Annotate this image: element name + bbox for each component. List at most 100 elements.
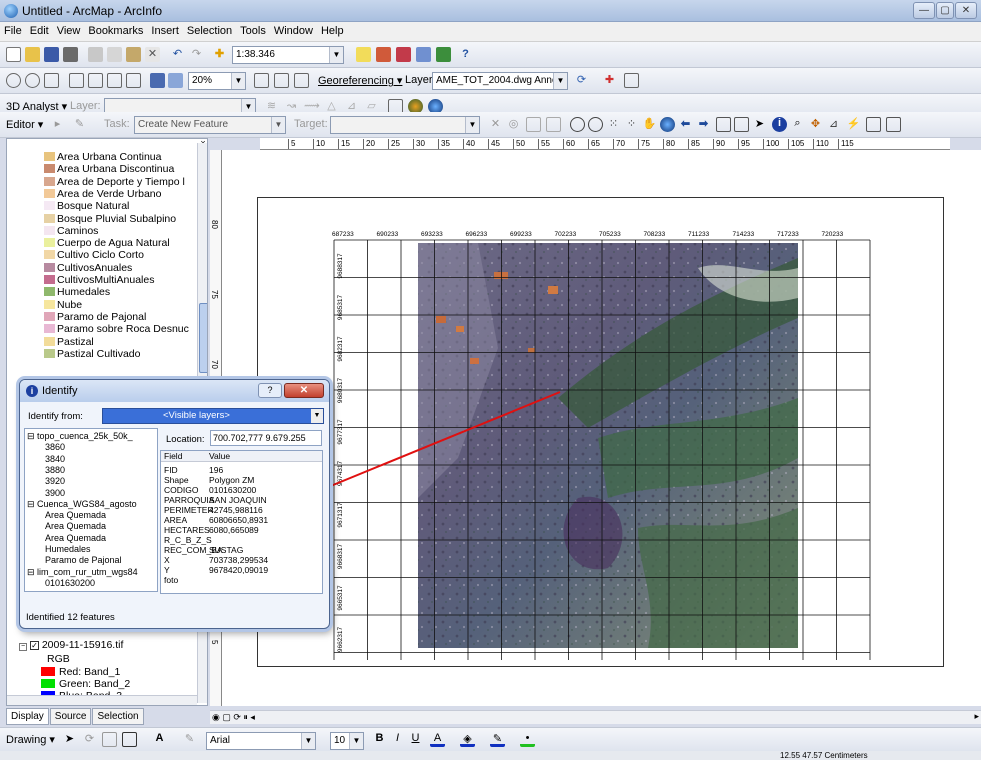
pan-icon[interactable]	[44, 73, 59, 88]
target-combo[interactable]: ▼	[330, 116, 480, 134]
zoom-to-selected-icon[interactable]	[102, 732, 117, 747]
chevron-down-icon[interactable]: ▼	[553, 73, 567, 89]
forward-arrow-icon[interactable]: ➡	[696, 117, 711, 132]
tree-feature-node[interactable]: Paramo de Pajonal	[45, 555, 122, 565]
rectangle-icon[interactable]	[122, 732, 137, 747]
chevron-down-icon[interactable]: ▼	[311, 409, 323, 423]
cut-icon[interactable]	[88, 47, 103, 62]
table-row[interactable]: PERIMETER 42745,988116	[161, 505, 322, 515]
chevron-down-icon[interactable]: ▼	[271, 117, 285, 133]
focus-data-frame-icon[interactable]	[274, 73, 289, 88]
toc-legend-item[interactable]: Pastizal	[44, 336, 94, 348]
add-control-points-icon[interactable]: ✚	[602, 73, 617, 88]
edit-tool-icon[interactable]: ▸	[50, 117, 65, 132]
identify-results-tree[interactable]: ⊟ topo_cuenca_25k_50k_ 3860 3840 3880 3920 39…	[24, 428, 158, 592]
layout-hscrollbar[interactable]: ◉ ▢ ⟳ ⏸ ◂ ▸	[210, 710, 981, 724]
value-column-header[interactable]: Value	[209, 451, 230, 461]
open-icon[interactable]	[25, 47, 40, 62]
menu-edit[interactable]: Edit	[26, 22, 53, 40]
toc-legend-item[interactable]: Bosque Natural	[44, 200, 129, 212]
table-row[interactable]: Y 9678420,09019	[161, 565, 322, 575]
toc-legend-item[interactable]: Area Urbana Discontinua	[44, 163, 174, 175]
toc-legend-item[interactable]: Area de Deporte y Tiempo l	[44, 176, 185, 188]
select-elements-icon[interactable]: ➤	[752, 117, 767, 132]
chevron-down-icon[interactable]: ▼	[301, 733, 315, 749]
tree-feature-node[interactable]: 3880	[45, 465, 65, 475]
split-tool-icon[interactable]: ✕	[488, 117, 503, 132]
toc-legend-item[interactable]: Cuerpo de Agua Natural	[44, 237, 170, 249]
rotate-icon[interactable]: ⟳	[82, 732, 97, 747]
save-icon[interactable]	[44, 47, 59, 62]
drawing-menu[interactable]: Drawing ▾	[6, 733, 55, 751]
previous-extent-icon[interactable]	[150, 73, 165, 88]
checkbox-checked-icon[interactable]: ✓	[29, 641, 39, 650]
go-to-xy-icon[interactable]: ✥	[808, 117, 823, 132]
chevron-down-icon[interactable]: ▼	[329, 47, 343, 63]
tree-feature-node[interactable]: Area Quemada	[45, 521, 106, 531]
table-row[interactable]: R_C_B_Z_S	[161, 535, 322, 545]
zoom-out-tool-icon[interactable]	[588, 117, 603, 132]
tab-source[interactable]: Source	[49, 708, 92, 725]
marker-color-icon[interactable]: •	[520, 732, 535, 747]
table-row[interactable]: HECTARES 6080,665089	[161, 525, 322, 535]
font-combo[interactable]: Arial ▼	[206, 732, 316, 750]
editor-menu[interactable]: Editor ▾	[6, 118, 43, 136]
menu-tools[interactable]: Tools	[236, 22, 270, 40]
toc-legend-item[interactable]: Paramo de Pajonal	[44, 311, 146, 323]
table-row[interactable]: REC_COM_BA SUSTAG	[161, 545, 322, 555]
zoom-in-tool-icon[interactable]	[570, 117, 585, 132]
rotate-tool-icon[interactable]: ◎	[506, 117, 521, 132]
identify-attributes-table[interactable]: Field Value FID 196 Shape Polygon ZM CODIGO 0…	[160, 450, 323, 594]
line-color-icon[interactable]: ✎	[490, 732, 505, 747]
raster-band-item[interactable]: Green: Band_2	[41, 678, 130, 690]
measure-icon[interactable]: ⊿	[826, 117, 841, 132]
toc-legend-item[interactable]: Humedales	[44, 286, 110, 298]
layout-view-buttons[interactable]: ◉ ▢ ⟳ ⏸ ◂	[212, 712, 255, 723]
undo-icon[interactable]: ↶	[170, 47, 185, 62]
toc-icon[interactable]	[376, 47, 391, 62]
table-row[interactable]: AREA 60806650,8931	[161, 515, 322, 525]
tree-layer-node[interactable]: ⊟ Cuenca_WGS84_agosto	[27, 499, 137, 510]
toc-scroll-thumb[interactable]	[199, 303, 207, 373]
table-row[interactable]: FID 196	[161, 465, 322, 475]
fill-color-icon[interactable]: ◈	[460, 732, 475, 747]
copy-icon[interactable]	[107, 47, 122, 62]
tree-feature-node[interactable]: Humedales	[45, 544, 91, 554]
back-arrow-icon[interactable]: ⬅	[678, 117, 693, 132]
command-line-icon[interactable]	[416, 47, 431, 62]
full-extent-icon[interactable]	[660, 117, 675, 132]
tree-feature-node[interactable]: 3920	[45, 476, 65, 486]
next-extent-icon[interactable]	[168, 73, 183, 88]
toc-legend-item[interactable]: Paramo sobre Roca Desnuc	[44, 323, 189, 335]
tree-feature-node[interactable]: Area Quemada	[45, 533, 106, 543]
georef-layer-combo[interactable]: AME_TOT_2004.dwg Annotation ▼	[432, 72, 568, 90]
identify-titlebar[interactable]: i Identify ? ✕	[20, 380, 329, 402]
paste-icon[interactable]	[126, 47, 141, 62]
table-row[interactable]: X 703738,299534	[161, 555, 322, 565]
select-features-icon[interactable]	[716, 117, 731, 132]
toc-legend-item[interactable]: Nube	[44, 299, 82, 311]
time-slider-icon[interactable]	[886, 117, 901, 132]
menu-help[interactable]: Help	[317, 22, 348, 40]
whats-this-icon[interactable]: ?	[458, 47, 473, 62]
menu-selection[interactable]: Selection	[183, 22, 236, 40]
pan-hand-icon[interactable]: ✋	[642, 117, 657, 132]
table-row[interactable]: foto	[161, 575, 322, 585]
tree-feature-node[interactable]: 3900	[45, 488, 65, 498]
view-link-table-icon[interactable]	[624, 73, 639, 88]
toc-hscrollbar[interactable]	[7, 695, 197, 705]
toc-raster-layer[interactable]: − ✓ 2009-11-15916.tif	[19, 639, 123, 651]
tree-feature-node[interactable]: 3860	[45, 442, 65, 452]
select-elements-icon[interactable]: ➤	[62, 732, 77, 747]
rotate-icon[interactable]: ⟳	[574, 73, 589, 88]
fixed-zoom-in-icon[interactable]	[107, 73, 122, 88]
toc-legend-item[interactable]: Caminos	[44, 225, 98, 237]
model-builder-icon[interactable]	[436, 47, 451, 62]
hyperlink-icon[interactable]: ⚡	[846, 117, 861, 132]
font-size-combo[interactable]: 10 ▼	[330, 732, 364, 750]
tree-layer-node[interactable]: ⊟ topo_cuenca_25k_50k_	[27, 431, 133, 442]
html-popup-icon[interactable]	[866, 117, 881, 132]
layout-zoom-combo[interactable]: 20% ▼	[188, 72, 246, 90]
redo-icon[interactable]: ↷	[189, 47, 204, 62]
chevron-down-icon[interactable]: ▼	[231, 73, 245, 89]
